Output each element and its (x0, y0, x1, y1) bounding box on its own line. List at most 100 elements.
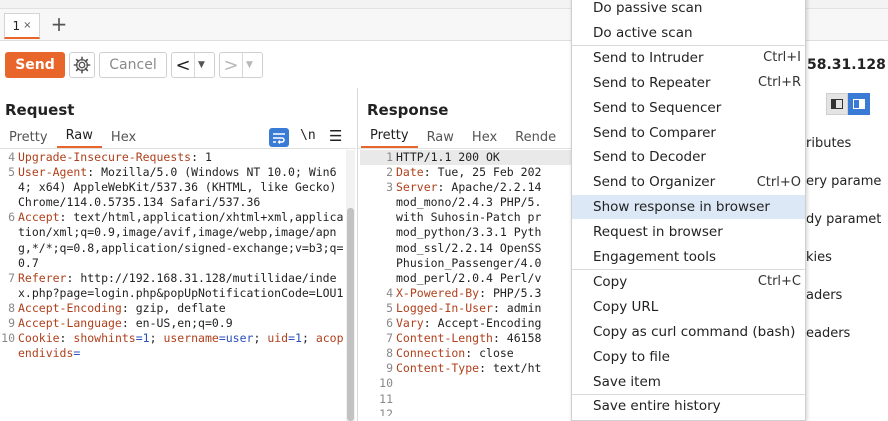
menu-item-copy-as-curl-command-bash[interactable]: Copy as curl command (bash) (572, 320, 805, 344)
response-tab-raw[interactable]: Raw (418, 126, 463, 148)
line-text: HTTP/1.1 200 OK (396, 150, 575, 165)
inspector-section-2[interactable]: dy paramet (806, 212, 888, 227)
menu-item-send-to-sequencer[interactable]: Send to Sequencer (572, 96, 805, 120)
line-number (360, 195, 396, 210)
menu-item-copy-url[interactable]: Copy URL (572, 295, 805, 319)
line-number: 6 (386, 316, 393, 331)
columns-icon (831, 99, 843, 109)
menu-item-copy[interactable]: Copy Ctrl+C (572, 270, 805, 294)
header-name: Connection (396, 346, 466, 361)
line-number: 8 (386, 346, 393, 361)
request-tabs-divider (0, 148, 356, 149)
request-menu-icon[interactable]: ☰ (329, 127, 342, 145)
header-value: Tue, 25 Feb 202 (437, 165, 542, 180)
header-separator: : (465, 346, 480, 361)
response-tab-pretty[interactable]: Pretty (361, 126, 418, 148)
back-arrow-icon[interactable]: < (172, 53, 194, 77)
inspector-section-0[interactable]: ributes (806, 136, 888, 151)
menu-item-label: Send to Organizer (593, 174, 716, 191)
forward-arrow-icon[interactable]: > (220, 53, 242, 77)
menu-item-label: Send to Decoder (593, 149, 706, 166)
response-line: 9 Content-Type: text/ht (360, 361, 575, 376)
header-name: Cookie (18, 331, 60, 346)
response-tab-rende[interactable]: Rende (506, 126, 565, 148)
header-name: Content-Length (396, 331, 493, 346)
line-number: 11 (379, 391, 393, 406)
menu-item-shortcut: Ctrl+R (757, 75, 801, 91)
request-editor[interactable]: 4 Upgrade-Insecure-Requests: 1 5 User-Agent… (0, 150, 348, 416)
menu-item-show-response-in-browser[interactable]: Show response in browser (572, 195, 805, 220)
menu-item-send-to-organizer[interactable]: Send to Organizer Ctrl+O (572, 170, 805, 194)
menu-item-shortcut: Ctrl+I (763, 50, 801, 66)
response-editor[interactable]: 1 HTTP/1.1 200 OK 2 Date: Tue, 25 Feb 202 3 S… (360, 150, 575, 416)
layout-columns-button[interactable] (826, 93, 848, 115)
menu-item-engagement-tools[interactable]: Engagement tools (572, 245, 805, 269)
header-name: X-Powered-By (396, 285, 480, 300)
line-text: Content-Length: 46158 (396, 331, 575, 346)
menu-item-copy-to-file[interactable]: Copy to file (572, 345, 805, 369)
inspector-section-5[interactable]: eaders (806, 326, 888, 341)
header-name: Date (396, 165, 424, 180)
response-tab-hex[interactable]: Hex (463, 126, 506, 148)
header-value: text/ht (492, 361, 542, 376)
request-tab-raw[interactable]: Raw (56, 126, 102, 148)
layout-rows-button[interactable] (848, 93, 870, 115)
menu-item-send-to-comparer[interactable]: Send to Comparer (572, 121, 805, 145)
line-text: Content-Type: text/ht (396, 361, 575, 376)
menu-item-label: Send to Repeater (593, 74, 711, 91)
tab-close-icon[interactable]: × (23, 20, 31, 31)
menu-item-save-item[interactable]: Save item (572, 370, 805, 394)
menu-item-do-passive-scan[interactable]: Do passive scan (572, 0, 805, 20)
menu-item-save-entire-history[interactable]: Save entire history (572, 394, 805, 418)
show-newlines-toggle[interactable]: \n (300, 128, 316, 143)
inspector-section-4[interactable]: aders (806, 288, 888, 303)
line-text: mod_perl/2.0.4 Perl/v (396, 271, 575, 286)
menu-item-send-to-intruder[interactable]: Send to Intruder Ctrl+I (572, 46, 805, 70)
request-tab-hex[interactable]: Hex (102, 126, 145, 148)
header-separator: : (191, 150, 205, 164)
line-text: Logged-In-User: admin (396, 301, 575, 316)
menu-item-label: Do active scan (593, 24, 693, 41)
header-separator: : (87, 165, 102, 180)
back-history-dropdown-icon[interactable]: ▼ (194, 53, 208, 77)
request-scrollbar-thumb[interactable] (347, 208, 354, 421)
line-text: Accept: text/html,application/xhtml+xml,… (18, 210, 348, 270)
history-forward-group: > ▼ (219, 52, 263, 78)
settings-button[interactable] (69, 52, 95, 78)
cancel-button[interactable]: Cancel (99, 52, 167, 78)
cookie-value: =1 (135, 331, 150, 346)
forward-history-dropdown-icon[interactable]: ▼ (242, 53, 256, 77)
header-name: Content-Type (396, 361, 480, 376)
request-view-tabs: Pretty Raw Hex (0, 126, 145, 148)
line-number: 6 (8, 210, 15, 225)
target-host-label[interactable]: 58.31.128 (807, 57, 886, 73)
tab-1[interactable]: 1 × (4, 13, 40, 39)
header-separator: : (59, 331, 74, 346)
add-tab-icon[interactable]: + (49, 12, 69, 36)
line-number: 5 (386, 300, 393, 315)
menu-item-request-in-browser[interactable]: Request in browser (572, 220, 805, 244)
inspector-section-3[interactable]: kies (806, 250, 888, 265)
response-line: 4 X-Powered-By: PHP/5.3 (360, 286, 575, 301)
request-pane-title: Request (5, 101, 75, 119)
request-line: 8 Accept-Encoding: gzip, deflate (0, 301, 348, 316)
header-separator: : (479, 361, 493, 376)
history-back-group: < ▼ (171, 52, 215, 78)
header-separator: : (479, 285, 493, 300)
menu-item-send-to-decoder[interactable]: Send to Decoder (572, 145, 805, 169)
header-name: Referer (18, 270, 67, 285)
menu-item-send-to-repeater[interactable]: Send to Repeater Ctrl+R (572, 71, 805, 95)
line-number: 1 (386, 150, 393, 164)
inspector-section-1[interactable]: ery parame (806, 174, 888, 189)
response-line: mod_python/3.3.1 Pyth (360, 225, 575, 240)
word-wrap-toggle[interactable] (269, 128, 289, 147)
response-line: mod_perl/2.0.4 Perl/v (360, 271, 575, 286)
header-value: Apache/2.2.14 (451, 180, 542, 195)
line-number: 4 (8, 150, 15, 164)
request-tab-pretty[interactable]: Pretty (0, 126, 57, 148)
pane-splitter[interactable] (357, 88, 358, 421)
line-text: Accept-Encoding: gzip, deflate (18, 301, 348, 316)
menu-item-label: Save entire history (593, 398, 721, 415)
menu-item-do-active-scan[interactable]: Do active scan (572, 21, 805, 45)
send-button[interactable]: Send (5, 52, 65, 78)
